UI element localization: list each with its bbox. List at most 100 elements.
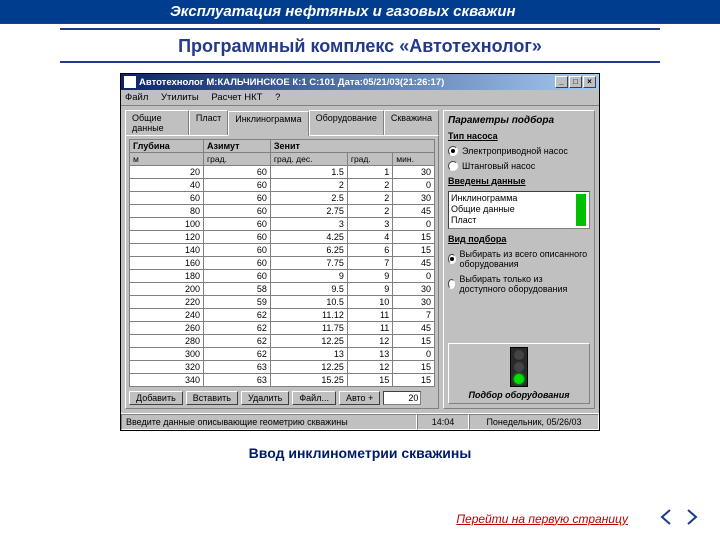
table-cell[interactable]: 9 — [270, 270, 347, 283]
mode-option-available[interactable]: Выбирать только из доступного оборудован… — [448, 274, 590, 294]
tab-general[interactable]: Общие данные — [125, 110, 189, 135]
table-cell[interactable]: 2 — [347, 192, 392, 205]
tab-inclinogram[interactable]: Инклинограмма — [228, 111, 308, 136]
menu-file[interactable]: Файл — [125, 92, 148, 103]
table-cell[interactable]: 12.25 — [270, 335, 347, 348]
table-row[interactable]: 3006213130 — [130, 348, 435, 361]
col-azimuth[interactable]: Азимут — [204, 140, 271, 153]
table-row[interactable]: 2205910.51030 — [130, 296, 435, 309]
table-cell[interactable]: 12 — [347, 335, 392, 348]
table-row[interactable]: 2406211.12117 — [130, 309, 435, 322]
table-cell[interactable]: 9 — [347, 283, 392, 296]
tab-equipment[interactable]: Оборудование — [309, 110, 384, 135]
table-cell[interactable]: 220 — [130, 296, 204, 309]
table-cell[interactable]: 1 — [347, 166, 392, 179]
table-cell[interactable]: 60 — [204, 179, 271, 192]
tab-well[interactable]: Скважина — [384, 110, 439, 135]
table-cell[interactable]: 59 — [204, 296, 271, 309]
step-input[interactable] — [383, 391, 421, 405]
table-cell[interactable]: 180 — [130, 270, 204, 283]
table-cell[interactable]: 2 — [347, 179, 392, 192]
table-row[interactable]: 10060330 — [130, 218, 435, 231]
action-box[interactable]: Подбор оборудования — [448, 343, 590, 404]
table-cell[interactable]: 12.25 — [270, 361, 347, 374]
table-row[interactable]: 2806212.251215 — [130, 335, 435, 348]
pump-option-rod[interactable]: Штанговый насос — [448, 161, 590, 171]
table-row[interactable]: 2606211.751145 — [130, 322, 435, 335]
table-cell[interactable]: 4.25 — [270, 231, 347, 244]
table-row[interactable]: 200589.5930 — [130, 283, 435, 296]
table-cell[interactable]: 60 — [130, 192, 204, 205]
table-cell[interactable]: 6.25 — [270, 244, 347, 257]
table-cell[interactable]: 15 — [393, 374, 435, 387]
table-cell[interactable]: 45 — [393, 257, 435, 270]
col-zenith[interactable]: Зенит — [270, 140, 434, 153]
table-cell[interactable]: 60 — [204, 270, 271, 283]
table-cell[interactable]: 2.75 — [270, 205, 347, 218]
table-cell[interactable]: 240 — [130, 309, 204, 322]
table-cell[interactable]: 60 — [204, 231, 271, 244]
table-row[interactable]: 4060220 — [130, 179, 435, 192]
table-cell[interactable]: 11 — [347, 309, 392, 322]
table-cell[interactable]: 0 — [393, 270, 435, 283]
table-cell[interactable]: 30 — [393, 192, 435, 205]
insert-button[interactable]: Вставить — [186, 391, 238, 405]
auto-button[interactable]: Авто + — [339, 391, 380, 405]
maximize-button[interactable]: □ — [569, 76, 582, 88]
table-cell[interactable]: 15 — [393, 231, 435, 244]
table-cell[interactable]: 7.75 — [270, 257, 347, 270]
table-cell[interactable]: 340 — [130, 374, 204, 387]
table-cell[interactable]: 62 — [204, 348, 271, 361]
table-row[interactable]: 18060990 — [130, 270, 435, 283]
entered-data-list[interactable]: Инклинограмма Общие данные Пласт — [448, 191, 590, 229]
table-cell[interactable]: 20 — [130, 166, 204, 179]
menu-utilities[interactable]: Утилиты — [161, 92, 199, 103]
close-button[interactable]: × — [583, 76, 596, 88]
table-cell[interactable]: 45 — [393, 322, 435, 335]
table-cell[interactable]: 11.75 — [270, 322, 347, 335]
table-cell[interactable]: 160 — [130, 257, 204, 270]
table-cell[interactable]: 9.5 — [270, 283, 347, 296]
table-cell[interactable]: 62 — [204, 322, 271, 335]
table-cell[interactable]: 300 — [130, 348, 204, 361]
table-row[interactable]: 80602.75245 — [130, 205, 435, 218]
table-cell[interactable]: 1.5 — [270, 166, 347, 179]
table-cell[interactable]: 30 — [393, 283, 435, 296]
table-cell[interactable]: 3 — [270, 218, 347, 231]
table-cell[interactable]: 15 — [393, 335, 435, 348]
table-cell[interactable]: 0 — [393, 348, 435, 361]
table-cell[interactable]: 62 — [204, 335, 271, 348]
table-cell[interactable]: 120 — [130, 231, 204, 244]
table-cell[interactable]: 11.12 — [270, 309, 347, 322]
table-cell[interactable]: 100 — [130, 218, 204, 231]
table-cell[interactable]: 10.5 — [270, 296, 347, 309]
table-cell[interactable]: 11 — [347, 322, 392, 335]
table-row[interactable]: 3406315.251515 — [130, 374, 435, 387]
table-cell[interactable]: 2 — [270, 179, 347, 192]
table-cell[interactable]: 0 — [393, 218, 435, 231]
table-cell[interactable]: 320 — [130, 361, 204, 374]
table-row[interactable]: 20601.5130 — [130, 166, 435, 179]
table-cell[interactable]: 15 — [393, 244, 435, 257]
pump-option-electric[interactable]: Электроприводной насос — [448, 146, 590, 156]
list-item[interactable]: Пласт — [451, 215, 575, 226]
table-cell[interactable]: 60 — [204, 244, 271, 257]
table-cell[interactable]: 2 — [347, 205, 392, 218]
table-cell[interactable]: 62 — [204, 309, 271, 322]
add-button[interactable]: Добавить — [129, 391, 183, 405]
table-row[interactable]: 160607.75745 — [130, 257, 435, 270]
table-cell[interactable]: 13 — [347, 348, 392, 361]
table-cell[interactable]: 60 — [204, 218, 271, 231]
window-titlebar[interactable]: Автотехнолог М:КАЛЬЧИНСКОЕ К:1 С:101 Дат… — [121, 74, 599, 90]
table-cell[interactable]: 200 — [130, 283, 204, 296]
table-cell[interactable]: 140 — [130, 244, 204, 257]
table-cell[interactable]: 15.25 — [270, 374, 347, 387]
table-cell[interactable]: 2.5 — [270, 192, 347, 205]
table-cell[interactable]: 58 — [204, 283, 271, 296]
table-cell[interactable]: 9 — [347, 270, 392, 283]
table-cell[interactable]: 60 — [204, 166, 271, 179]
menu-calc[interactable]: Расчет НКТ — [211, 92, 262, 103]
inclinometry-table[interactable]: Глубина Азимут Зенит м град. град. дес. … — [129, 139, 435, 387]
table-cell[interactable]: 260 — [130, 322, 204, 335]
table-row[interactable]: 120604.25415 — [130, 231, 435, 244]
